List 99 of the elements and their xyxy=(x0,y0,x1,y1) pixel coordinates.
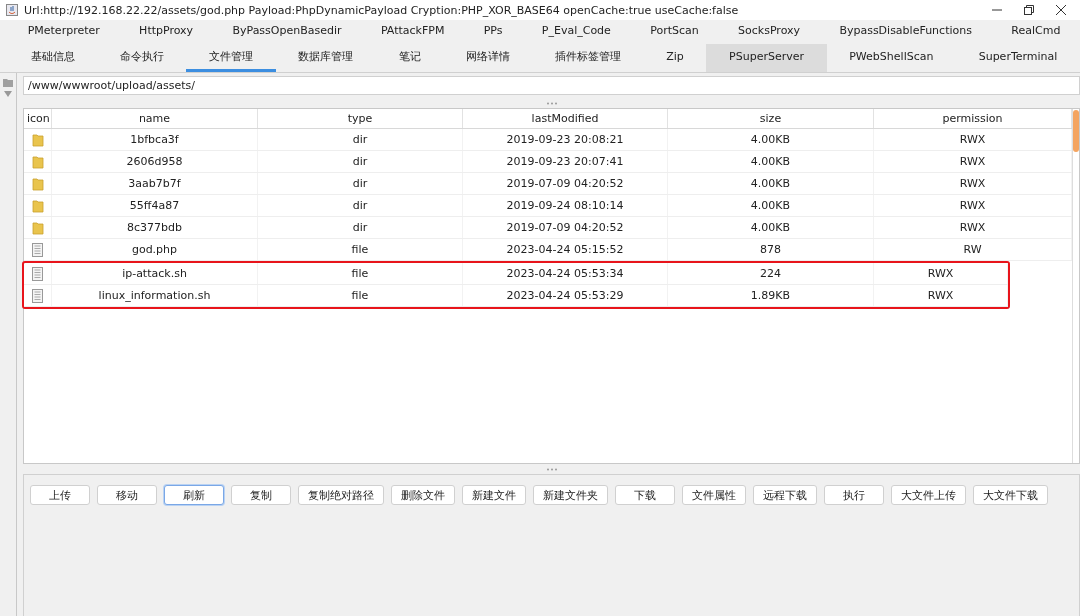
table-cell: RWX xyxy=(874,285,1008,306)
tab[interactable]: BypassDisableFunctions xyxy=(819,20,992,44)
table-cell: RW xyxy=(874,239,1072,260)
tab[interactable]: ByPassOpenBasedir xyxy=(212,20,362,44)
table-cell: 2023-04-24 05:53:29 xyxy=(463,285,668,306)
table-cell: file xyxy=(258,263,463,284)
table-cell: RWX xyxy=(874,129,1072,150)
window-title: Url:http://192.168.22.22/assets/god.php Payload:PhpDynamicPayload Cryption:PHP_XOR_BASE64 openCache:true useCache:false xyxy=(24,3,740,17)
table-cell: 2019-09-23 20:07:41 xyxy=(463,151,668,172)
path-field[interactable]: /www/wwwroot/upload/assets/ xyxy=(23,76,1080,95)
tab[interactable]: PWebShellScan xyxy=(826,44,957,72)
table-cell: 2019-07-09 04:20:52 xyxy=(463,173,668,194)
column-header[interactable]: type xyxy=(258,109,463,128)
action-button[interactable]: 删除文件 xyxy=(391,485,455,505)
table-cell: RWX xyxy=(874,151,1072,172)
close-icon[interactable] xyxy=(1056,5,1066,15)
table-cell: 2019-09-24 08:10:14 xyxy=(463,195,668,216)
action-button[interactable]: 刷新 xyxy=(164,485,224,505)
folder-icon xyxy=(31,132,44,147)
action-button[interactable]: 执行 xyxy=(824,485,884,505)
tab[interactable]: 基础信息 xyxy=(8,44,98,72)
table-cell: 3aab7b7f xyxy=(52,173,258,194)
table-cell: ip-attack.sh xyxy=(52,263,258,284)
tab[interactable]: PMeterpreter xyxy=(8,20,120,44)
tab[interactable]: 网络详情 xyxy=(443,44,533,72)
action-button[interactable]: 新建文件 xyxy=(462,485,526,505)
folder-icon xyxy=(31,198,44,213)
action-button[interactable]: 移动 xyxy=(97,485,157,505)
action-button[interactable]: 大文件下载 xyxy=(973,485,1048,505)
action-button[interactable]: 复制绝对路径 xyxy=(298,485,384,505)
action-button[interactable]: 复制 xyxy=(231,485,291,505)
table-cell: RWX xyxy=(874,263,1008,284)
table-cell: 4.00KB xyxy=(668,129,874,150)
table-cell: 4.00KB xyxy=(668,151,874,172)
tab[interactable]: PAttackFPM xyxy=(361,20,465,44)
table-cell: 2023-04-24 05:53:34 xyxy=(463,263,668,284)
tab[interactable]: SuperTerminal xyxy=(956,44,1080,72)
table-cell: RWX xyxy=(874,195,1072,216)
table-cell: 2023-04-24 05:15:52 xyxy=(463,239,668,260)
tab[interactable]: 笔记 xyxy=(375,44,444,72)
table-cell: 1bfbca3f xyxy=(52,129,258,150)
scrollbar-thumb[interactable] xyxy=(1073,110,1079,152)
table-cell: 55ff4a87 xyxy=(52,195,258,216)
action-button[interactable]: 大文件上传 xyxy=(891,485,966,505)
table-cell: RWX xyxy=(874,173,1072,194)
column-header[interactable]: name xyxy=(52,109,258,128)
table-cell: file xyxy=(258,285,463,306)
table-cell: RWX xyxy=(874,217,1072,238)
table-cell: linux_information.sh xyxy=(52,285,258,306)
action-button[interactable]: 下载 xyxy=(615,485,675,505)
table-cell: dir xyxy=(258,173,463,194)
table-cell: dir xyxy=(258,129,463,150)
column-header[interactable]: permission xyxy=(874,109,1072,128)
action-button[interactable]: 远程下载 xyxy=(753,485,817,505)
triangle-icon[interactable] xyxy=(4,91,12,97)
folder-icon[interactable] xyxy=(3,77,13,87)
table-cell: dir xyxy=(258,195,463,216)
tab[interactable]: 插件标签管理 xyxy=(532,44,644,72)
tab[interactable]: PSuperServer xyxy=(706,44,827,72)
table-cell: 4.00KB xyxy=(668,195,874,216)
tab[interactable]: HttpProxy xyxy=(119,20,213,44)
column-header[interactable]: icon xyxy=(24,109,52,128)
tab[interactable]: 文件管理 xyxy=(186,44,276,72)
file-icon xyxy=(32,242,43,257)
column-header[interactable]: lastModified xyxy=(463,109,668,128)
folder-icon xyxy=(31,176,44,191)
folder-icon xyxy=(31,154,44,169)
tab[interactable]: RealCmd xyxy=(991,20,1080,44)
table-cell: god.php xyxy=(52,239,258,260)
tab[interactable]: 命令执行 xyxy=(97,44,187,72)
grip-icon[interactable] xyxy=(545,101,558,105)
tab[interactable]: PPs xyxy=(464,20,523,44)
tab[interactable]: SocksProxy xyxy=(718,20,820,44)
grip-icon[interactable] xyxy=(545,467,558,471)
app-icon xyxy=(6,4,18,16)
table-cell: 2019-09-23 20:08:21 xyxy=(463,129,668,150)
file-icon xyxy=(32,266,43,281)
tab[interactable]: Zip xyxy=(643,44,707,72)
table-cell: 2019-07-09 04:20:52 xyxy=(463,217,668,238)
file-icon xyxy=(32,288,43,303)
table-cell: 2606d958 xyxy=(52,151,258,172)
table-cell: 1.89KB xyxy=(668,285,874,306)
tab[interactable]: P_Eval_Code xyxy=(522,20,631,44)
table-cell: 878 xyxy=(668,239,874,260)
table-cell: dir xyxy=(258,217,463,238)
restore-icon[interactable] xyxy=(1024,5,1034,15)
table-cell: 8c377bdb xyxy=(52,217,258,238)
table-cell: 4.00KB xyxy=(668,173,874,194)
tab[interactable]: PortScan xyxy=(630,20,719,44)
action-button[interactable]: 新建文件夹 xyxy=(533,485,608,505)
action-button[interactable]: 上传 xyxy=(30,485,90,505)
tab[interactable]: 数据库管理 xyxy=(275,44,376,72)
table-cell: file xyxy=(258,239,463,260)
table-cell: 224 xyxy=(668,263,874,284)
folder-icon xyxy=(31,220,44,235)
column-header[interactable]: size xyxy=(668,109,874,128)
table-cell: 4.00KB xyxy=(668,217,874,238)
action-button[interactable]: 文件属性 xyxy=(682,485,746,505)
table-cell: dir xyxy=(258,151,463,172)
